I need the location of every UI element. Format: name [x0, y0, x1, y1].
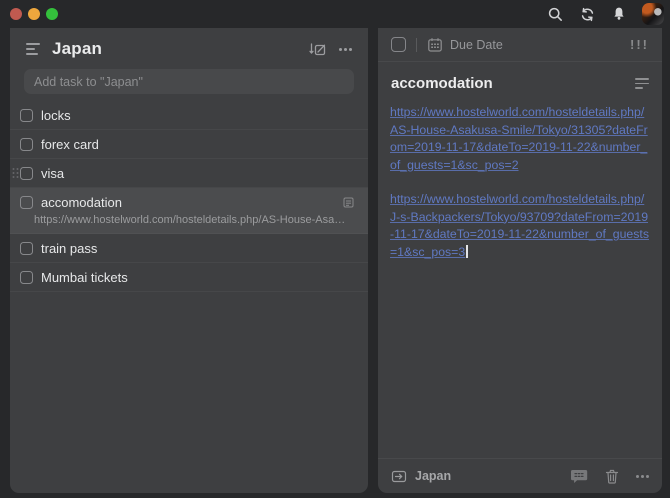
list-more-icon[interactable] — [339, 48, 342, 51]
task-row-accomodation[interactable]: accomodation https://www.hostelworld.com… — [10, 188, 368, 234]
comment-icon[interactable] — [571, 469, 588, 484]
task-note-preview: https://www.hostelworld.com/hosteldetail… — [34, 214, 354, 226]
sync-icon[interactable] — [579, 6, 596, 23]
task-detail-header: Due Date !!! — [378, 28, 662, 62]
task-row-forex-card[interactable]: forex card — [10, 130, 368, 159]
sort-edit-icon[interactable] — [309, 42, 326, 57]
calendar-icon[interactable] — [427, 37, 443, 53]
task-detail-footer: Japan — [378, 458, 662, 493]
drag-handle-icon[interactable] — [12, 168, 19, 179]
list-title: Japan — [52, 39, 102, 59]
sidebar-toggle-icon[interactable] — [26, 43, 40, 55]
task-checkbox[interactable] — [20, 167, 33, 180]
task-checkbox[interactable] — [20, 271, 33, 284]
trash-icon[interactable] — [605, 469, 619, 484]
task-label: accomodation — [41, 195, 122, 210]
task-list-panel: Japan locks forex card — [10, 28, 368, 493]
note-menu-icon[interactable] — [635, 78, 649, 89]
app-window: { "window": { "traffic_lights": { "close… — [0, 0, 670, 498]
note-indicator-icon — [343, 197, 354, 208]
zoom-button[interactable] — [46, 8, 58, 20]
divider — [416, 38, 417, 52]
task-detail-panel: Due Date !!! accomodation https://www.ho… — [378, 28, 662, 493]
task-label: locks — [41, 108, 71, 123]
task-label: visa — [41, 166, 64, 181]
text-caret — [466, 245, 468, 258]
task-list: locks forex card visa accomodation — [10, 101, 368, 292]
task-title[interactable]: accomodation — [391, 75, 493, 92]
account-avatar[interactable] — [642, 3, 664, 25]
bell-icon[interactable] — [611, 6, 627, 22]
task-row-locks[interactable]: locks — [10, 101, 368, 130]
search-icon[interactable] — [547, 6, 564, 23]
task-more-icon[interactable] — [636, 475, 639, 478]
priority-icon[interactable]: !!! — [630, 37, 649, 52]
task-note-editor[interactable]: https://www.hostelworld.com/hosteldetail… — [378, 96, 662, 458]
minimize-button[interactable] — [28, 8, 40, 20]
task-checkbox[interactable] — [20, 242, 33, 255]
task-row-train-pass[interactable]: train pass — [10, 234, 368, 263]
task-label: forex card — [41, 137, 99, 152]
task-row-visa[interactable]: visa — [10, 159, 368, 188]
add-task — [24, 69, 354, 94]
footer-list-name: Japan — [415, 469, 451, 483]
traffic-lights — [0, 8, 58, 20]
task-title-row: accomodation — [378, 62, 662, 96]
task-label: train pass — [41, 241, 97, 256]
titlebar — [0, 0, 670, 28]
move-to-list-icon — [391, 469, 407, 484]
due-date-label[interactable]: Due Date — [450, 38, 503, 52]
task-row-mumbai-tickets[interactable]: Mumbai tickets — [10, 263, 368, 292]
task-checkbox[interactable] — [20, 196, 33, 209]
task-complete-checkbox[interactable] — [391, 37, 406, 52]
task-checkbox[interactable] — [20, 138, 33, 151]
hostel-link-2[interactable]: https://www.hostelworld.com/hosteldetail… — [390, 191, 650, 261]
hostel-link-1[interactable]: https://www.hostelworld.com/hosteldetail… — [390, 104, 650, 174]
task-list-selector[interactable]: Japan — [391, 469, 451, 484]
task-label: Mumbai tickets — [41, 270, 128, 285]
close-button[interactable] — [10, 8, 22, 20]
task-checkbox[interactable] — [20, 109, 33, 122]
list-header: Japan — [10, 28, 368, 68]
add-task-input[interactable] — [24, 69, 354, 94]
